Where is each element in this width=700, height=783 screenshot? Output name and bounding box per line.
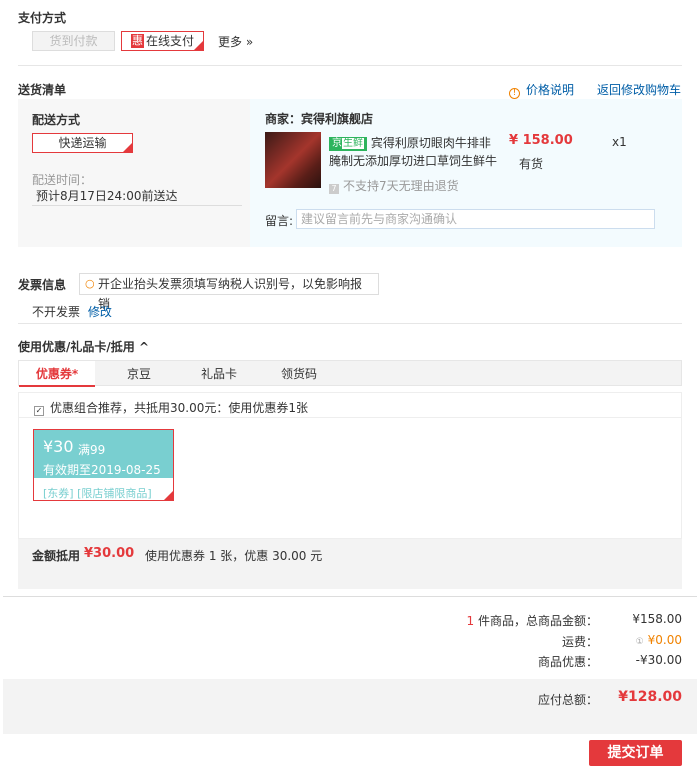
discount-section-title[interactable]: 使用优惠/礼品卡/抵用 ^ — [18, 338, 149, 355]
freight-value: ① ¥0.00 — [608, 633, 682, 647]
checkbox-checked-icon[interactable]: ✓ — [34, 406, 44, 416]
coupon-card[interactable]: ¥30 满99 有效期至2019-08-25 [东券] [限店铺限商品] — [33, 429, 174, 501]
coupon-scope: [东券] [限店铺限商品] — [43, 487, 152, 500]
deduct-value: ¥30.00 — [84, 546, 135, 561]
goods-count: 1 — [466, 614, 475, 628]
recommend-row[interactable]: ✓ 优惠组合推荐，共抵用30.00元：使用优惠券1张 — [34, 399, 308, 416]
freight-amount: ¥0.00 — [647, 633, 682, 647]
return-policy-icon: 7 — [329, 184, 339, 194]
product-quantity: x1 — [612, 135, 627, 149]
edit-invoice-link[interactable]: 修改 — [88, 305, 112, 319]
fresh-tag-label: 生鲜 — [342, 138, 364, 149]
back-to-cart-link[interactable]: 返回修改购物车 — [597, 81, 681, 98]
payment-section-title: 支付方式 — [18, 11, 67, 25]
submit-order-button[interactable]: 提交订单 — [589, 740, 682, 766]
info-icon[interactable]: ① — [636, 637, 644, 647]
promo-value: -¥30.00 — [635, 653, 682, 667]
divider — [19, 417, 681, 418]
express-delivery-button[interactable]: 快递运输 — [32, 133, 133, 153]
price-note-link[interactable]: ! 价格说明 — [509, 81, 574, 99]
invoice-tip-text: 开企业抬头发票须填写纳税人识别号，以免影响报销 — [98, 277, 363, 311]
recommend-text: 优惠组合推荐，共抵用30.00元：使用优惠券1张 — [50, 401, 308, 415]
deduct-label: 金额抵用 — [32, 549, 81, 563]
coupon-amount: ¥30 — [43, 437, 74, 456]
deduct-description: 使用优惠券 1 张，优惠 30.00 元 — [145, 549, 323, 563]
info-icon: ! — [509, 88, 520, 99]
product-name-line2: 腌制无添加厚切进口草饲生鲜牛 — [329, 154, 498, 168]
coupon-expiry: 有效期至2019-08-25 — [43, 463, 161, 477]
shipping-section-title: 送货清单 — [18, 83, 67, 97]
info-icon: ○ — [85, 277, 95, 290]
goods-total-label: 件商品，总商品金额： — [477, 614, 598, 628]
fresh-tag-jd: 京 — [332, 138, 342, 149]
selected-check-icon — [194, 41, 203, 50]
online-payment-label: 在线支付 — [145, 34, 194, 48]
online-payment-button[interactable]: 惠在线支付 — [121, 31, 204, 51]
goods-count-label: 1 件商品，总商品金额： — [420, 612, 598, 629]
delivery-time-label: 配送时间： — [32, 173, 93, 187]
tab-gift-card[interactable]: 礼品卡 — [189, 361, 249, 387]
fresh-food-tag: 京生鲜 — [329, 137, 367, 151]
payable-label: 应付总额： — [537, 693, 598, 707]
divider — [18, 65, 682, 66]
product-name-line1: 宾得利原切眼肉牛排非 — [370, 136, 491, 150]
no-return-label: 不支持7天无理由退货 — [343, 179, 459, 193]
product-thumbnail[interactable] — [265, 132, 321, 188]
invoice-status: 不开发票 修改 — [32, 303, 112, 320]
tab-redeem-code[interactable]: 领货码 — [269, 361, 329, 387]
invoice-status-text: 不开发票 — [32, 305, 81, 319]
product-price: ¥ 158.00 — [509, 133, 573, 148]
invoice-tip: ○ 开企业抬头发票须填写纳税人识别号，以免影响报销 — [79, 273, 379, 311]
divider — [3, 596, 697, 597]
note-label: 留言: — [265, 214, 294, 228]
coupon-header: ¥30 满99 有效期至2019-08-25 — [34, 430, 173, 478]
freight-label: 运费： — [561, 635, 598, 649]
stock-status: 有货 — [519, 157, 544, 171]
goods-total: ¥158.00 — [632, 612, 682, 626]
invoice-section-title: 发票信息 — [18, 278, 67, 292]
discount-badge: 惠 — [130, 34, 144, 48]
price-note-label: 价格说明 — [526, 83, 575, 97]
discount-tabs: 优惠券* 京豆 礼品卡 领货码 — [18, 360, 682, 387]
cash-on-delivery-button[interactable]: 货到付款 — [32, 31, 115, 51]
tab-coupons[interactable]: 优惠券* — [19, 361, 95, 387]
payable-value: ¥128.00 — [618, 689, 682, 705]
order-note-input[interactable] — [296, 209, 655, 229]
tab-jd-beans[interactable]: 京豆 — [109, 361, 169, 387]
express-delivery-label: 快递运输 — [58, 136, 107, 150]
shop-name: 商家：宾得利旗舰店 — [265, 112, 374, 126]
delivery-time-value: 预计8月17日24:00前送达 — [36, 189, 178, 203]
selected-check-icon — [123, 143, 132, 152]
divider — [32, 205, 242, 206]
no-return-note: 7 不支持7天无理由退货 — [329, 177, 459, 194]
delivery-method-title: 配送方式 — [32, 113, 81, 127]
product-title[interactable]: 京生鲜 宾得利原切眼肉牛排非 腌制无添加厚切进口草饲生鲜牛 — [329, 134, 499, 170]
promo-label: 商品优惠： — [537, 655, 598, 669]
coupon-threshold: 满99 — [78, 443, 106, 457]
selected-check-icon — [164, 491, 173, 500]
more-payment-link[interactable]: 更多 » — [218, 33, 253, 50]
divider — [18, 323, 682, 324]
